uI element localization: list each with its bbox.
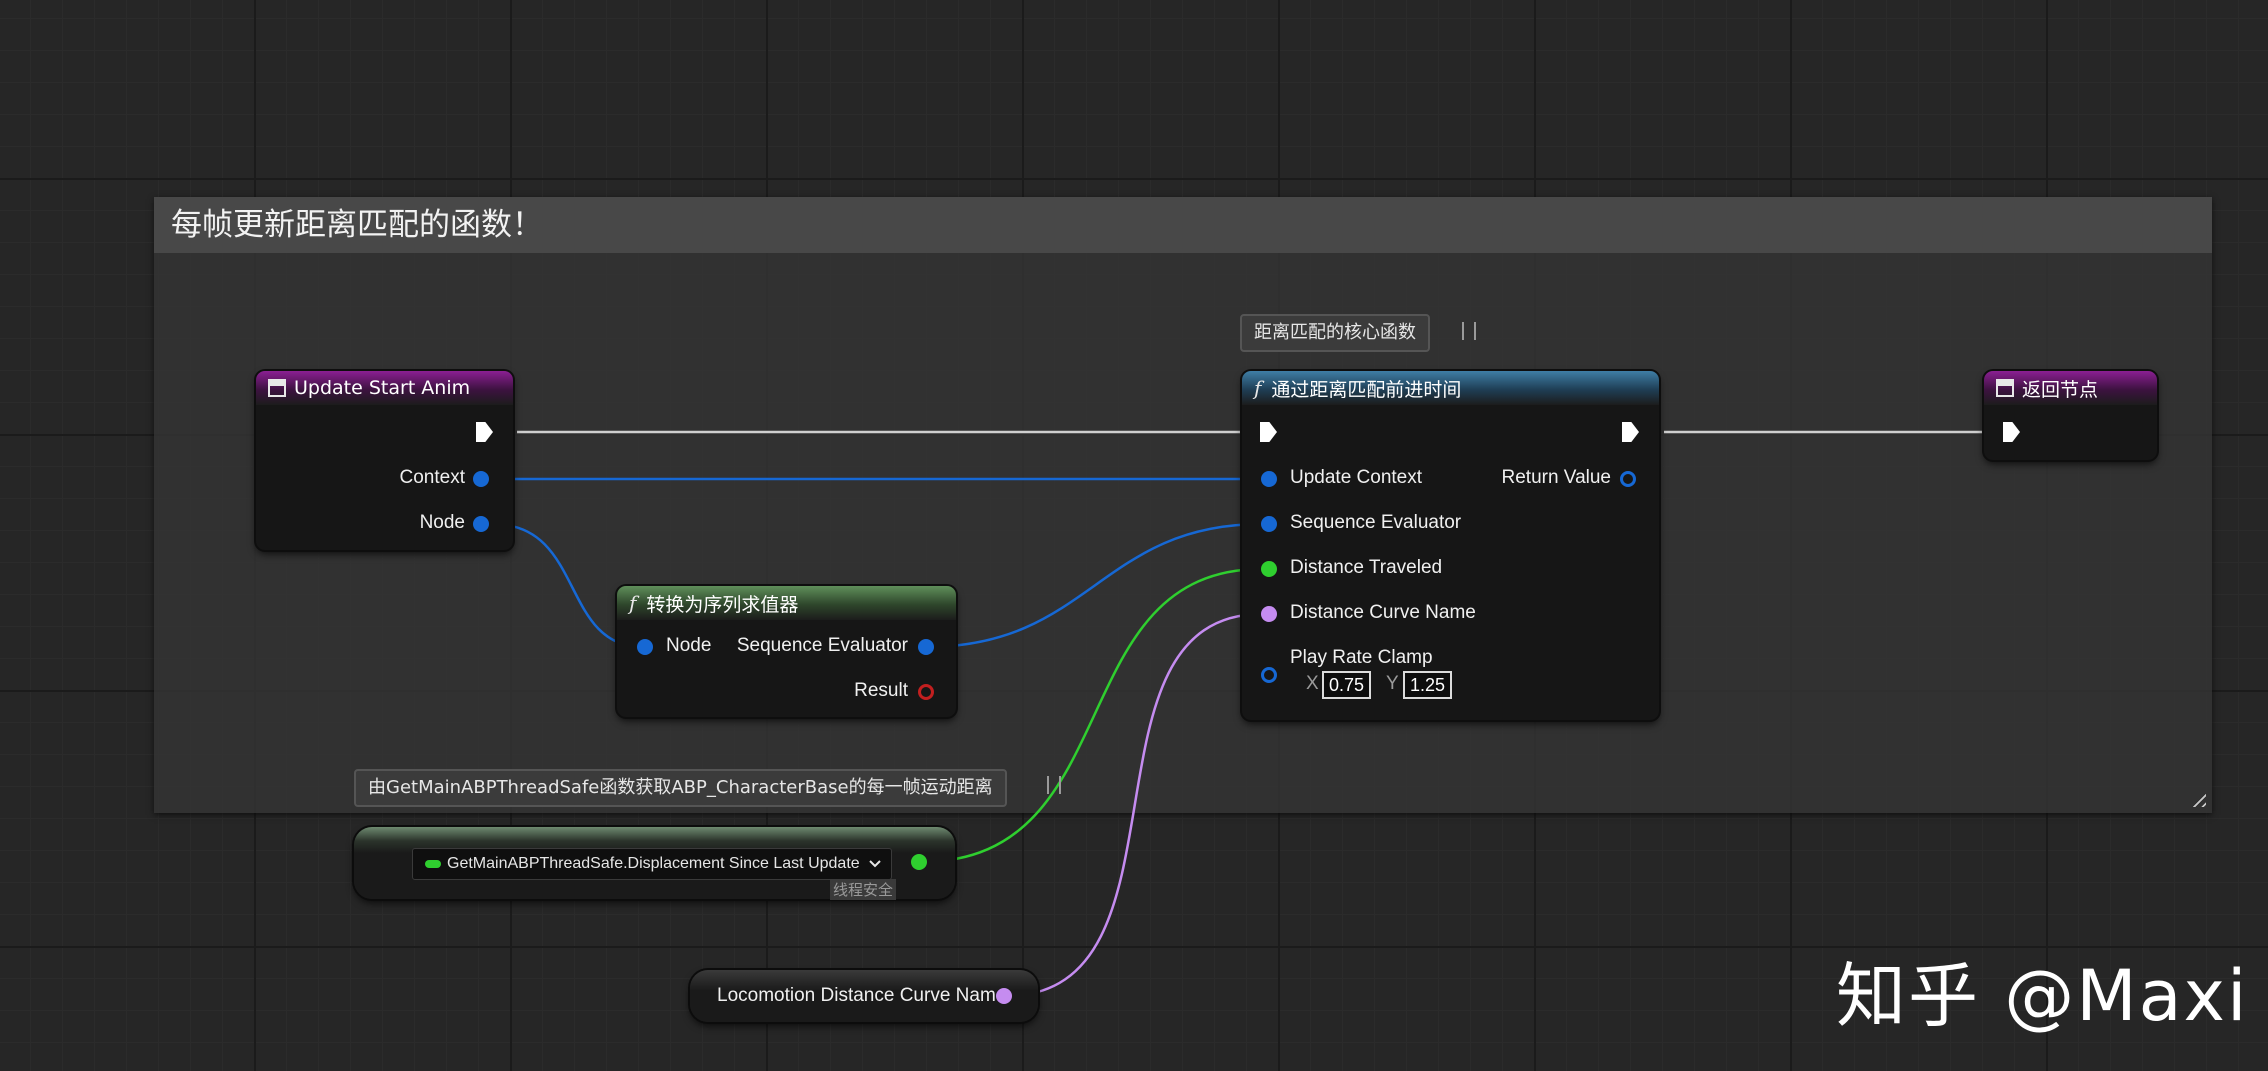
node-title: 返回节点 xyxy=(2022,378,2099,401)
property-access-node[interactable]: GetMainABPThreadSafe.Displacement Since … xyxy=(354,827,955,900)
context-label: Context xyxy=(399,467,465,488)
node-pin[interactable] xyxy=(473,516,489,532)
property-comment-bubble[interactable]: 由GetMainABPThreadSafe函数获取ABP_CharacterBa… xyxy=(354,769,1007,807)
exec-in-pin[interactable] xyxy=(1260,422,1277,442)
advance-time-by-distance-matching-node[interactable]: f 通过距离匹配前进时间 Update Context Return Value… xyxy=(1242,371,1659,720)
property-binding-text: GetMainABPThreadSafe.Displacement Since … xyxy=(447,855,860,872)
function-entry-icon xyxy=(268,379,286,397)
curve-name-output-pin[interactable] xyxy=(996,988,1012,1004)
sequence-evaluator-pin[interactable] xyxy=(1261,516,1277,532)
return-value-pin[interactable] xyxy=(1620,471,1636,487)
distance-traveled-label: Distance Traveled xyxy=(1290,557,1443,578)
x-axis-label: X xyxy=(1306,673,1319,694)
context-pin[interactable] xyxy=(473,471,489,487)
bubble-text: 由GetMainABPThreadSafe函数获取ABP_CharacterBa… xyxy=(368,777,993,798)
pin-icon[interactable] xyxy=(1462,322,1476,340)
node-title: 转换为序列求值器 xyxy=(646,593,799,616)
play-rate-clamp-pin[interactable] xyxy=(1261,667,1277,683)
curve-name-label: Locomotion Distance Curve Name xyxy=(717,985,1007,1006)
float-type-icon xyxy=(425,860,441,868)
watermark: 知乎 @Maxi xyxy=(1836,955,2249,1037)
node-title: Update Start Anim xyxy=(294,377,471,399)
node-header: f 通过距离匹配前进时间 xyxy=(1242,371,1659,405)
chevron-down-icon xyxy=(868,860,881,868)
play-rate-y-input[interactable]: 1.25 xyxy=(1403,671,1453,699)
displacement-output-pin[interactable] xyxy=(911,854,927,870)
bubble-text: 距离匹配的核心函数 xyxy=(1254,322,1416,343)
function-return-icon xyxy=(1996,379,2014,397)
update-context-pin[interactable] xyxy=(1261,471,1277,487)
play-rate-x-input[interactable]: 0.75 xyxy=(1322,671,1372,699)
result-label: Result xyxy=(854,680,908,701)
exec-in-pin[interactable] xyxy=(2003,422,2020,442)
function-f-icon: f xyxy=(1254,376,1262,400)
comment-title[interactable]: 每帧更新距离匹配的函数！ xyxy=(154,197,2212,253)
node-input-label: Node xyxy=(666,635,712,656)
play-rate-clamp-label: Play Rate Clamp xyxy=(1290,647,1433,668)
node-header: f 转换为序列求值器 xyxy=(617,586,956,620)
node-header: Update Start Anim xyxy=(256,371,513,405)
return-node[interactable]: 返回节点 xyxy=(1984,371,2157,460)
core-function-comment-bubble[interactable]: 距离匹配的核心函数 xyxy=(1240,314,1430,352)
node-title: 通过距离匹配前进时间 xyxy=(1271,378,1462,401)
return-value-label: Return Value xyxy=(1501,467,1612,488)
sequence-evaluator-pin[interactable] xyxy=(918,639,934,655)
node-label: Node xyxy=(419,512,465,533)
distance-curve-name-label: Distance Curve Name xyxy=(1290,602,1476,623)
pin-icon[interactable] xyxy=(1047,776,1061,794)
result-pin[interactable] xyxy=(918,684,934,700)
node-input-pin[interactable] xyxy=(637,639,653,655)
node-header: 返回节点 xyxy=(1984,371,2157,405)
sequence-evaluator-label: Sequence Evaluator xyxy=(1290,512,1462,533)
update-start-anim-node[interactable]: Update Start Anim Context Node xyxy=(256,371,513,550)
convert-to-sequence-evaluator-node[interactable]: f 转换为序列求值器 Node Sequence Evaluator Resul… xyxy=(617,586,956,717)
distance-curve-name-pin[interactable] xyxy=(1261,606,1277,622)
resize-grip-icon[interactable] xyxy=(2188,789,2206,807)
property-binding-dropdown[interactable]: GetMainABPThreadSafe.Displacement Since … xyxy=(412,848,892,880)
exec-out-pin[interactable] xyxy=(476,422,493,442)
y-axis-label: Y xyxy=(1386,673,1399,694)
thread-safe-badge: 线程安全 xyxy=(830,879,897,900)
locomotion-distance-curve-name-node[interactable]: Locomotion Distance Curve Name xyxy=(690,970,1038,1022)
function-f-icon: f xyxy=(629,591,637,615)
exec-out-pin[interactable] xyxy=(1622,422,1639,442)
update-context-label: Update Context xyxy=(1290,467,1423,488)
sequence-evaluator-label: Sequence Evaluator xyxy=(736,635,908,656)
distance-traveled-pin[interactable] xyxy=(1261,561,1277,577)
